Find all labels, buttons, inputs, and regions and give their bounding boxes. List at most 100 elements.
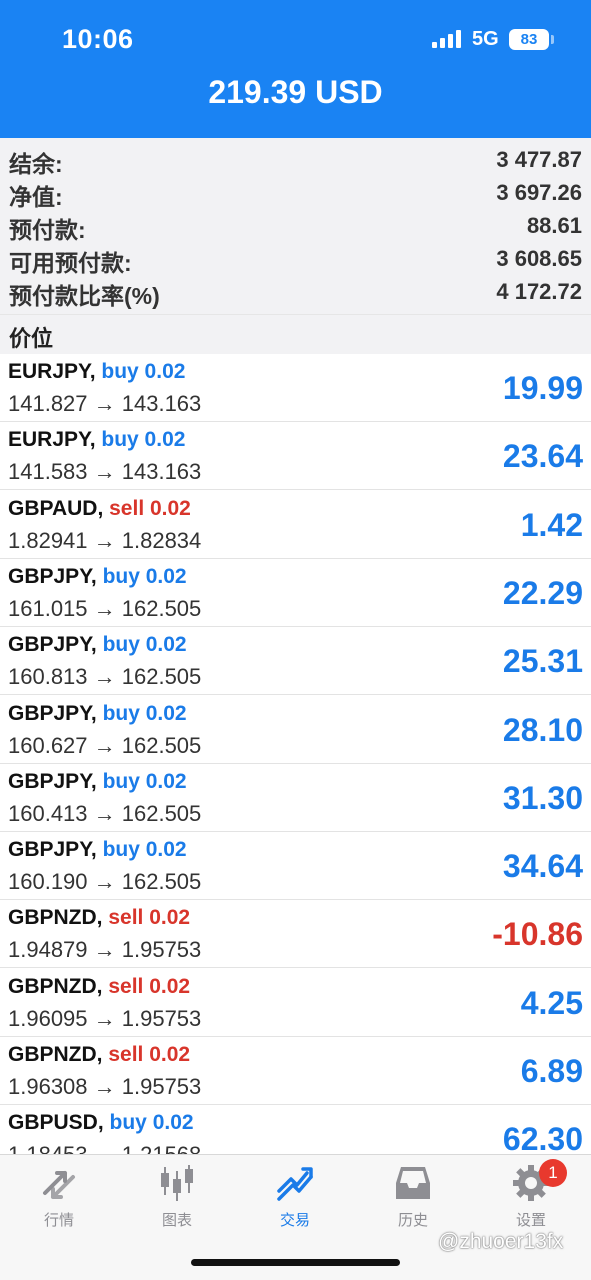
position-prices: 141.827 → 143.163 — [8, 391, 202, 416]
position-symbol: GBPUSD, — [8, 1111, 104, 1135]
position-header: GBPJPY, buy 0.02 — [8, 565, 187, 589]
position-prices: 1.94879 → 1.95753 — [8, 937, 202, 963]
summary-row-margin: 预付款: 88.61 — [0, 208, 591, 243]
position-symbol: GBPNZD, — [8, 974, 103, 998]
position-row[interactable]: GBPJPY, buy 0.02 161.015 → 162.505 22.29 — [0, 559, 591, 627]
tab-label: 设置 — [515, 1212, 546, 1229]
summary-label: 可用预付款: — [9, 250, 132, 276]
positions-list[interactable]: EURJPY, buy 0.02 141.827 → 143.163 19.99 EU… — [0, 354, 591, 1154]
position-side-volume: buy 0.02 — [101, 428, 186, 452]
signal-icon — [432, 30, 461, 48]
position-prices: 160.190 → 162.505 — [8, 869, 202, 895]
page-title: 219.39 USD — [208, 74, 383, 110]
position-row[interactable]: EURJPY, buy 0.02 141.583 → 143.163 23.64 — [0, 422, 591, 491]
summary-row-free-margin: 可用预付款: 3 608.65 — [0, 241, 591, 276]
summary-value: 3 697.26 — [496, 180, 582, 205]
tab-settings[interactable]: 1 设置 — [472, 1159, 590, 1233]
summary-value: 4 172.72 — [496, 279, 582, 304]
account-summary: 结余: 3 477.87 净值: 3 697.26 预付款: 88.61 可用预… — [0, 138, 591, 314]
summary-value: 88.61 — [526, 213, 582, 238]
tab-quotes[interactable]: 行情 — [0, 1163, 118, 1233]
position-header: GBPJPY, buy 0.02 — [8, 838, 187, 862]
position-row[interactable]: GBPNZD, sell 0.02 1.96308 → 1.95753 6.89 — [0, 1037, 591, 1105]
summary-row-balance: 结余: 3 477.87 — [0, 142, 591, 177]
position-header: EURJPY, buy 0.02 — [8, 360, 185, 384]
tab-label: 行情 — [43, 1212, 74, 1229]
position-profit: 34.64 — [502, 848, 583, 885]
summary-value: 3 608.65 — [496, 246, 582, 271]
position-header: GBPAUD, sell 0.02 — [8, 497, 191, 521]
position-symbol: EURJPY, — [8, 360, 96, 383]
position-prices: 160.627 → 162.505 — [8, 732, 202, 758]
summary-label: 结余: — [9, 151, 63, 177]
trade-trend-icon — [277, 1167, 313, 1201]
position-prices: 1.18453 → 1.21568 — [8, 1142, 201, 1154]
position-row[interactable]: GBPUSD, buy 0.02 1.18453 → 1.21568 62.30 — [0, 1105, 591, 1154]
position-header: GBPUSD, buy 0.02 — [8, 1111, 194, 1135]
position-symbol: GBPJPY, — [8, 769, 97, 793]
position-side-volume: buy 0.02 — [102, 633, 187, 657]
candlestick-chart-icon — [161, 1165, 193, 1201]
header-bar: 10:06 5G 83 219.39 USD — [0, 0, 591, 138]
tab-label: 图表 — [161, 1212, 192, 1229]
position-symbol: GBPNZD, — [8, 1043, 103, 1066]
position-symbol: GBPNZD, — [8, 906, 103, 930]
position-prices: 160.813 → 162.505 — [8, 664, 202, 690]
battery-icon: 83 — [509, 29, 549, 50]
summary-row-margin-level: 预付款比率(%) 4 172.72 — [0, 274, 591, 309]
position-side-volume: buy 0.02 — [102, 838, 187, 862]
position-symbol: GBPJPY, — [8, 564, 97, 588]
position-header: GBPNZD, sell 0.02 — [8, 1043, 190, 1067]
position-header: GBPJPY, buy 0.02 — [8, 633, 187, 657]
summary-row-equity: 净值: 3 697.26 — [0, 175, 591, 210]
position-row[interactable]: GBPNZD, sell 0.02 1.94879 → 1.95753 -10.86 — [0, 900, 591, 969]
tab-charts[interactable]: 图表 — [118, 1163, 236, 1233]
position-prices: 1.82941 → 1.82834 — [8, 527, 202, 553]
position-header: GBPJPY, buy 0.02 — [8, 702, 187, 726]
network-type: 5G — [472, 28, 499, 50]
summary-label: 预付款: — [9, 217, 86, 243]
position-symbol: GBPJPY, — [8, 633, 97, 657]
status-bar: 10:06 5G 83 — [0, 0, 591, 78]
tab-trade[interactable]: 交易 — [236, 1163, 354, 1233]
position-symbol: GBPAUD, — [8, 496, 104, 520]
position-row[interactable]: GBPAUD, sell 0.02 1.82941 → 1.82834 1.42 — [0, 491, 591, 559]
position-side-volume: sell 0.02 — [108, 906, 191, 930]
position-profit: 31.30 — [502, 779, 583, 816]
position-symbol: GBPJPY, — [8, 701, 97, 725]
status-time: 10:06 — [62, 24, 134, 54]
position-side-volume: sell 0.02 — [108, 974, 191, 998]
position-profit: 28.10 — [502, 711, 583, 748]
summary-value: 3 477.87 — [496, 147, 582, 172]
position-profit: 62.30 — [502, 1121, 583, 1154]
position-row[interactable]: GBPJPY, buy 0.02 160.627 → 162.505 28.10 — [0, 696, 591, 764]
position-row[interactable]: GBPNZD, sell 0.02 1.96095 → 1.95753 4.25 — [0, 969, 591, 1037]
positions-section-header: 价位 — [0, 314, 591, 354]
position-side-volume: buy 0.02 — [102, 564, 187, 588]
position-profit: 23.64 — [502, 438, 583, 475]
position-row[interactable]: EURJPY, buy 0.02 141.827 → 143.163 19.99 — [0, 354, 591, 422]
position-prices: 160.413 → 162.505 — [8, 800, 202, 826]
position-symbol: GBPJPY, — [8, 838, 97, 862]
notification-badge: 1 — [539, 1159, 567, 1187]
position-profit: -10.86 — [492, 916, 583, 953]
battery-cap — [551, 35, 554, 44]
position-profit: 1.42 — [520, 506, 583, 543]
tab-label: 交易 — [279, 1212, 310, 1229]
position-row[interactable]: GBPJPY, buy 0.02 160.190 → 162.505 34.64 — [0, 832, 591, 901]
position-profit: 19.99 — [502, 370, 583, 406]
quotes-arrows-icon — [43, 1171, 75, 1199]
home-indicator[interactable] — [191, 1259, 400, 1266]
position-profit: 25.31 — [502, 643, 583, 680]
summary-label: 净值: — [9, 184, 63, 210]
position-header: GBPNZD, sell 0.02 — [8, 906, 190, 930]
position-row[interactable]: GBPJPY, buy 0.02 160.813 → 162.505 25.31 — [0, 627, 591, 696]
position-row[interactable]: GBPJPY, buy 0.02 160.413 → 162.505 31.30 — [0, 764, 591, 832]
summary-label: 预付款比率(%) — [9, 283, 160, 309]
position-profit: 22.29 — [502, 574, 583, 611]
tab-label: 历史 — [397, 1212, 428, 1229]
position-side-volume: sell 0.02 — [108, 1043, 191, 1066]
tab-history[interactable]: 历史 — [354, 1163, 472, 1233]
position-header: EURJPY, buy 0.02 — [8, 428, 185, 452]
position-symbol: EURJPY, — [8, 428, 96, 452]
